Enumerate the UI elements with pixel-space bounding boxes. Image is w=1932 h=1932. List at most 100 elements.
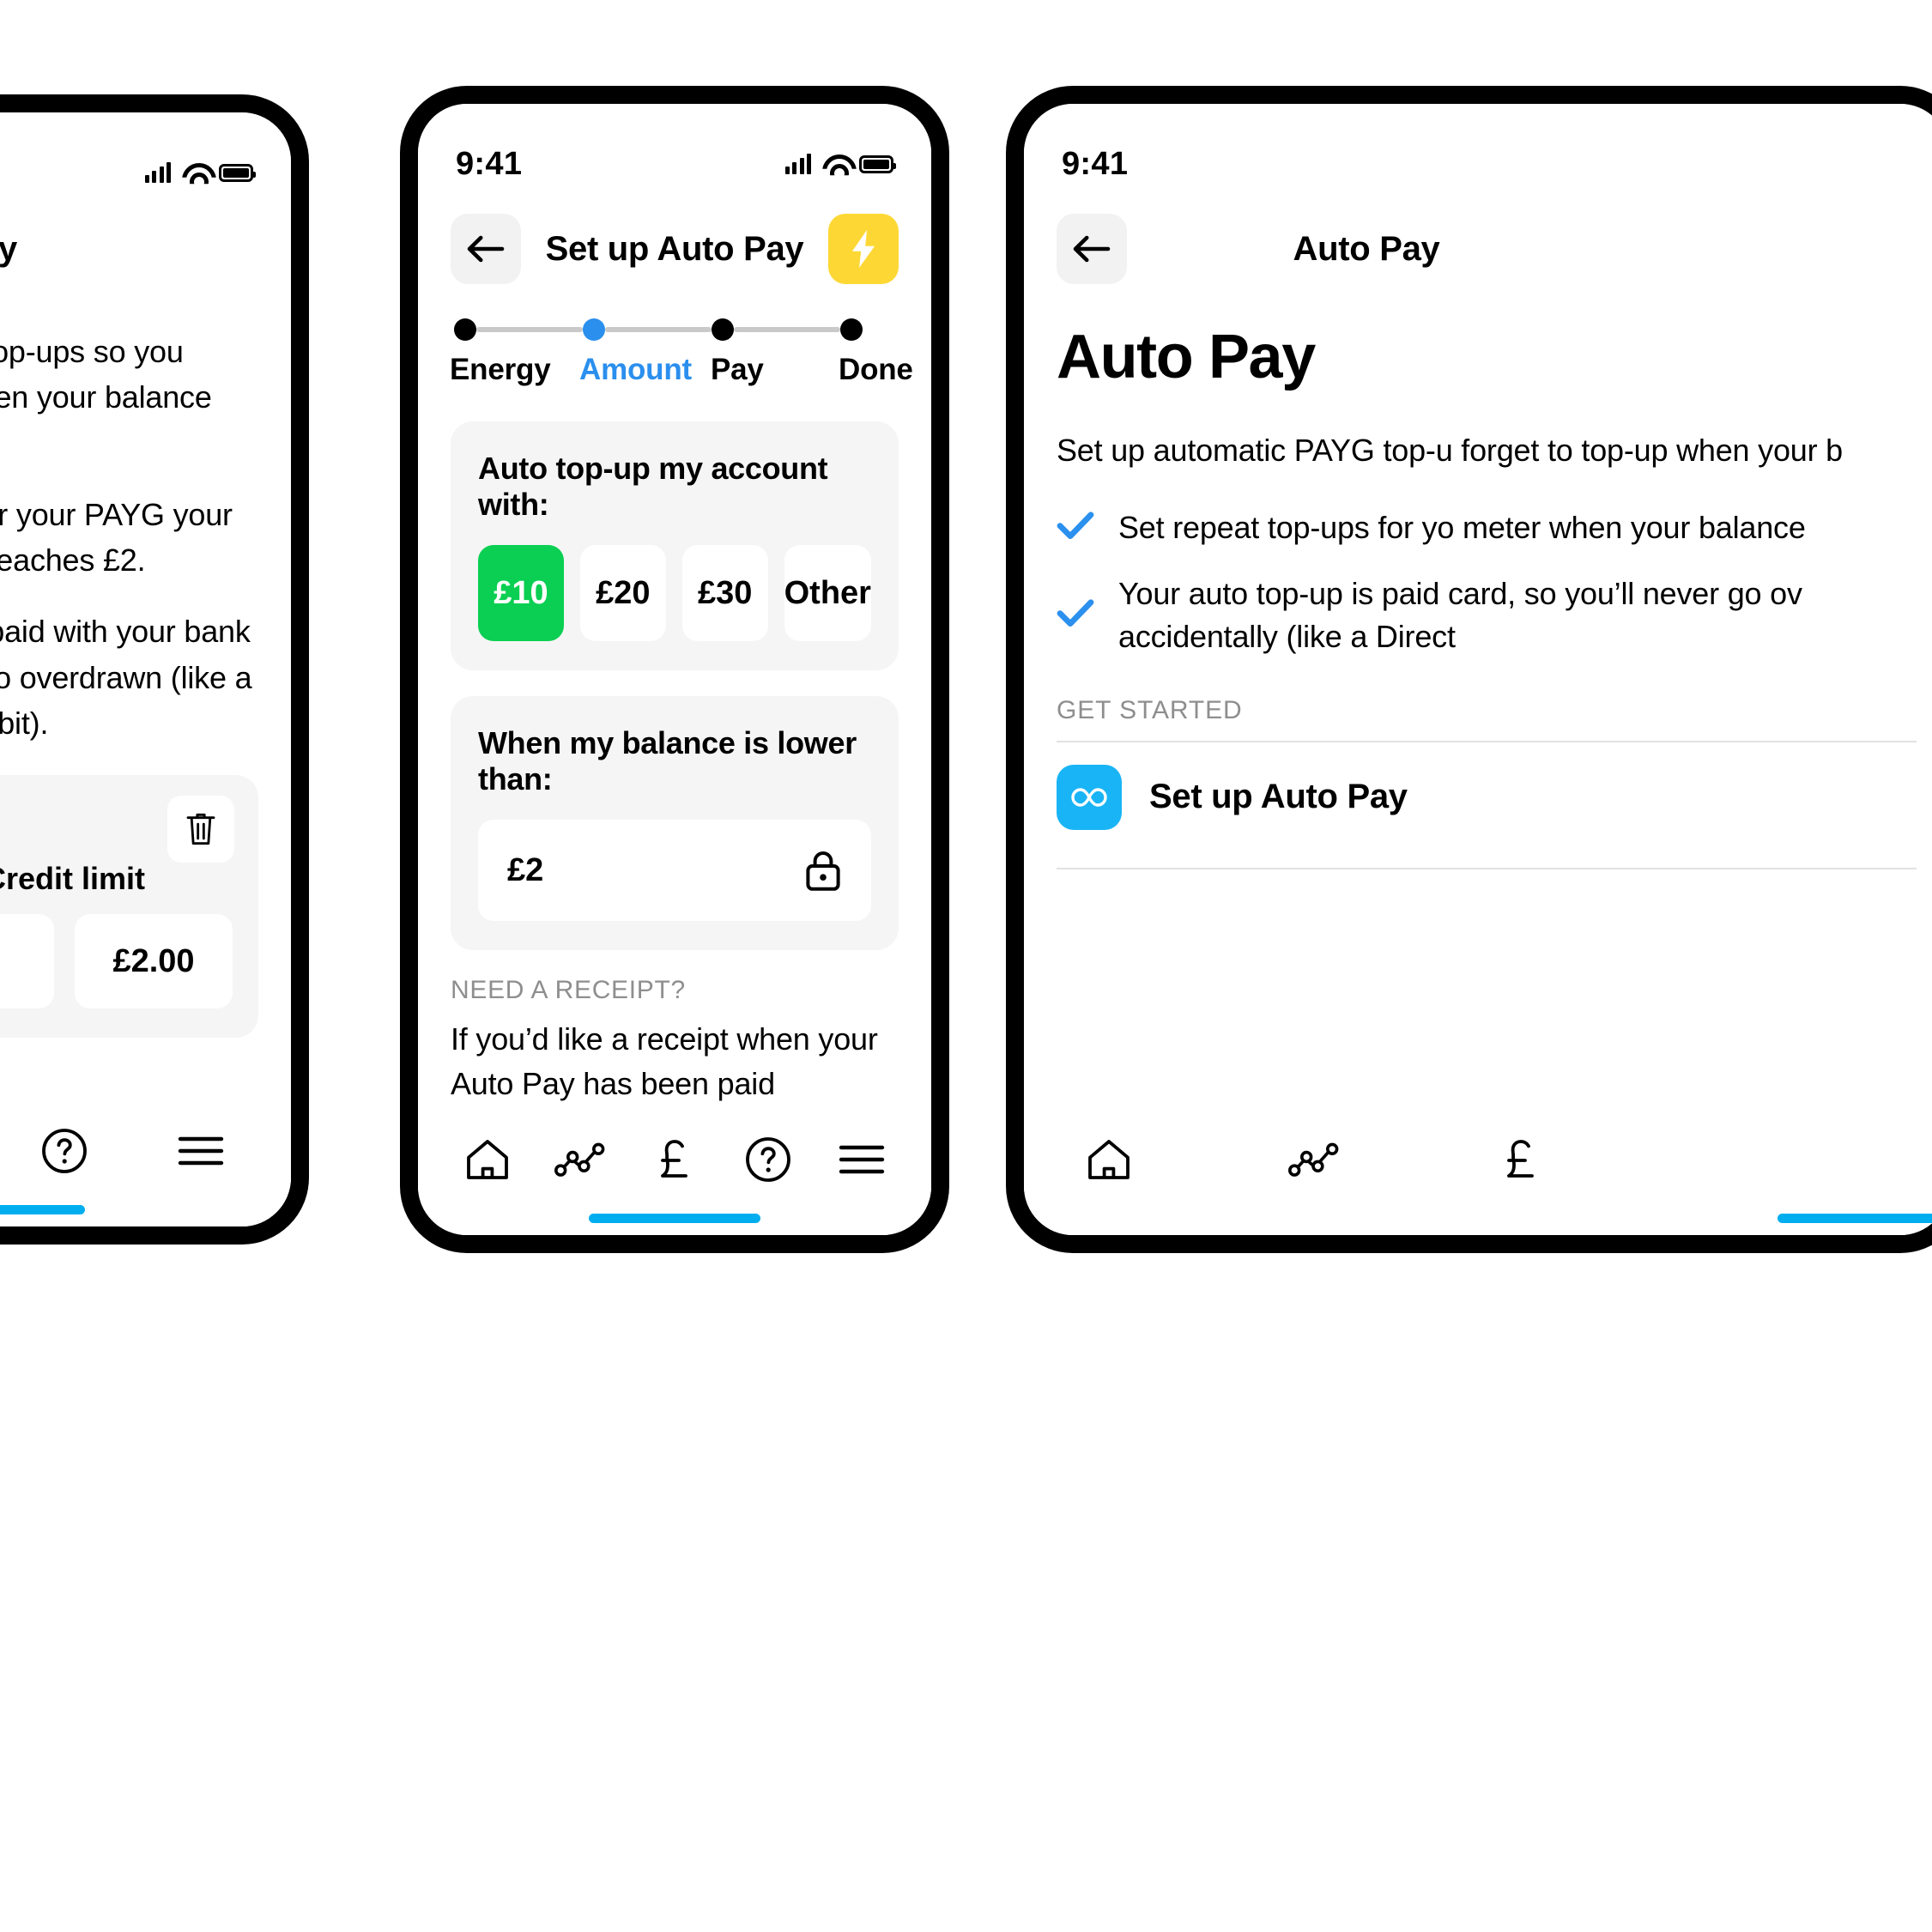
get-started-label: GET STARTED	[1057, 695, 1243, 724]
balance-threshold-value: £2	[507, 851, 544, 888]
topup-amount-title: Auto top-up my account with:	[478, 451, 828, 522]
auto-pay-heading: Auto Pay	[1057, 323, 1316, 391]
nav-bar-left: Auto Pay	[0, 202, 291, 284]
screenshot-stage: Auto Pay c PAYG top-ups so you never whe…	[0, 0, 1932, 1932]
phone-mockup-right: 9:41 Auto Pay Auto Pay Set up automatic …	[1006, 86, 1932, 1253]
benefit-item: Your auto top-up is paid card, so you’ll…	[1057, 572, 1917, 657]
quick-action-button[interactable]	[828, 214, 899, 284]
setup-stepper: Energy Amount Pay Done	[450, 318, 913, 387]
left-paragraph-1: c PAYG top-ups so you never when your ba…	[0, 334, 212, 415]
topup-amount-card: Auto top-up my account with: £10 £20 £30…	[451, 421, 899, 670]
amount-option-30[interactable]: £30	[681, 545, 768, 641]
step-dot	[840, 318, 863, 341]
status-time-right: 9:41	[1062, 145, 1129, 182]
wifi-icon	[822, 154, 848, 173]
tab-pay-right[interactable]	[1474, 1121, 1568, 1198]
benefit-text: Set repeat top-ups for yo meter when you…	[1118, 509, 1806, 545]
delete-button[interactable]	[167, 796, 234, 863]
arrow-left-icon	[1073, 235, 1111, 263]
help-circle-icon	[42, 1129, 87, 1173]
back-button-right[interactable]	[1057, 214, 1127, 284]
tab-home-middle[interactable]	[440, 1121, 534, 1198]
home-indicator-left	[0, 1205, 85, 1214]
back-button[interactable]	[451, 214, 521, 284]
lock-icon	[806, 851, 840, 891]
benefit-item: Set repeat top-ups for yo meter when you…	[1057, 506, 1917, 549]
phone-screen-middle: 9:41 Set up Auto Pay Energy Amount Pay D…	[418, 104, 931, 1235]
page-title-middle: Set up Auto Pay	[545, 229, 804, 268]
page-title-right: Auto Pay	[1293, 229, 1440, 268]
tab-help-middle[interactable]	[722, 1121, 815, 1198]
trash-icon	[186, 814, 215, 845]
check-icon	[1057, 511, 1094, 544]
credit-limit-label: Credit limit	[0, 861, 145, 897]
step-connector	[734, 327, 840, 332]
home-icon	[1088, 1140, 1130, 1179]
step-amount[interactable]: Amount	[579, 318, 712, 387]
benefits-list: Set repeat top-ups for yo meter when you…	[1057, 506, 1917, 658]
amount-option-10[interactable]: £10	[478, 545, 564, 641]
usage-chart-icon	[1288, 1142, 1339, 1177]
amount-option-other[interactable]: Other	[784, 545, 871, 641]
left-paragraph-3: op-up is paid with your bank ll never go…	[0, 614, 252, 741]
check-icon	[1057, 598, 1094, 632]
pound-icon	[661, 1140, 687, 1178]
step-connector	[605, 327, 712, 332]
benefit-text: Your auto top-up is paid card, so you’ll…	[1118, 576, 1802, 654]
arrow-left-icon	[467, 235, 505, 263]
step-pay[interactable]: Pay	[711, 318, 840, 387]
tab-menu-middle[interactable]	[815, 1121, 909, 1198]
tab-help-left[interactable]	[17, 1112, 112, 1190]
help-circle-icon	[746, 1137, 791, 1182]
balance-threshold-card: When my balance is lower than: £2	[451, 696, 899, 950]
phone-screen-left: Auto Pay c PAYG top-ups so you never whe…	[0, 112, 291, 1226]
status-icons-left	[144, 162, 256, 183]
tab-usage-right[interactable]	[1268, 1121, 1362, 1198]
step-energy-track	[454, 318, 583, 341]
infinity-icon	[1057, 764, 1122, 830]
tab-home-right[interactable]	[1062, 1121, 1156, 1198]
balance-threshold-field: £2	[478, 820, 871, 921]
status-bar-right: 9:41	[1024, 104, 1932, 193]
step-done-track	[840, 318, 913, 341]
topup-amount-options: £10 £20 £30 Other	[478, 545, 871, 641]
credit-limit-field-left[interactable]	[0, 914, 54, 1009]
credit-limit-value[interactable]: £2.00	[75, 914, 233, 1009]
tab-usage-middle[interactable]	[534, 1121, 627, 1198]
usage-chart-icon	[554, 1142, 605, 1177]
receipt-eyebrow: NEED A RECEIPT?	[451, 976, 686, 1004]
content-right: Auto Pay Set up automatic PAYG top-u for…	[1024, 322, 1932, 869]
phone-mockup-left: Auto Pay c PAYG top-ups so you never whe…	[0, 94, 309, 1245]
step-label-energy: Energy	[450, 353, 551, 386]
content-left: c PAYG top-ups so you never when your ba…	[0, 284, 291, 1166]
tab-pay-middle[interactable]	[627, 1121, 721, 1198]
step-pay-track	[712, 318, 840, 341]
status-time-middle: 9:41	[456, 145, 523, 182]
credit-limit-fields: £2.00	[0, 914, 233, 1009]
lightning-bolt-icon	[852, 230, 875, 268]
phone-screen-right: 9:41 Auto Pay Auto Pay Set up automatic …	[1024, 104, 1932, 1235]
step-dot	[454, 318, 476, 341]
home-indicator-middle	[589, 1214, 760, 1223]
phone-mockup-middle: 9:41 Set up Auto Pay Energy Amount Pay D…	[400, 86, 949, 1253]
step-done[interactable]: Done	[839, 318, 913, 387]
menu-icon	[178, 1136, 223, 1166]
balance-threshold-title: When my balance is lower than:	[478, 725, 857, 796]
step-label-amount: Amount	[579, 353, 692, 386]
step-energy[interactable]: Energy	[450, 318, 583, 387]
status-bar-left	[0, 112, 291, 202]
credit-limit-card: Credit limit £2.00	[0, 775, 258, 1039]
tab-menu-left[interactable]	[154, 1112, 248, 1190]
page-title-left: Auto Pay	[0, 229, 17, 268]
step-label-done: Done	[839, 353, 913, 386]
home-indicator-right	[1778, 1214, 1932, 1223]
nav-bar-middle: Set up Auto Pay	[418, 193, 931, 293]
amount-option-20[interactable]: £20	[579, 545, 666, 641]
step-connector	[476, 327, 583, 332]
status-icons-middle	[784, 154, 896, 174]
signal-bars-icon	[144, 162, 171, 183]
battery-icon	[859, 154, 896, 173]
set-up-auto-pay-row[interactable]: Set up Auto Pay	[1057, 742, 1917, 852]
step-dot-active	[583, 318, 605, 341]
status-bar-middle: 9:41	[418, 104, 931, 193]
